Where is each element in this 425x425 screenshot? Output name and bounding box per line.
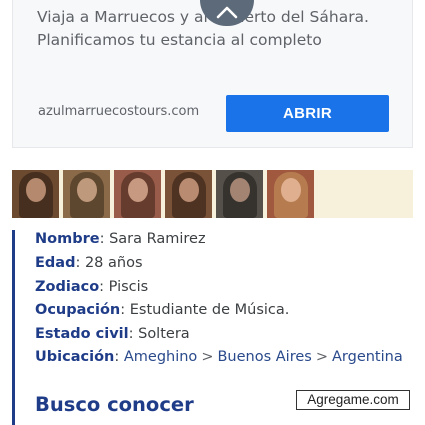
- label-nombre: Nombre: [35, 231, 100, 247]
- value-zodiaco: Piscis: [108, 279, 149, 295]
- ad-url[interactable]: azulmarruecostours.com: [38, 104, 199, 119]
- location-link-country[interactable]: Argentina: [332, 349, 403, 365]
- value-edad: 28 años: [84, 255, 143, 271]
- location-link-province[interactable]: Buenos Aires: [217, 349, 311, 365]
- photo-thumbnail-6[interactable]: [267, 170, 314, 218]
- photo-thumbnail-4[interactable]: [165, 170, 212, 218]
- photo-strip: [12, 170, 413, 218]
- ad-line-2: Planificamos tu estancia al completo: [37, 31, 322, 49]
- ad-banner[interactable]: Viaja a Marruecos y al desierto del Sáha…: [12, 0, 413, 148]
- field-ocupacion: Ocupación: Estudiante de Música.: [35, 302, 290, 318]
- label-edad: Edad: [35, 255, 76, 271]
- label-ocupacion: Ocupación: [35, 302, 121, 318]
- ad-open-button[interactable]: ABRIR: [226, 95, 389, 132]
- value-nombre: Sara Ramirez: [109, 231, 206, 247]
- field-zodiaco: Zodiaco: Piscis: [35, 279, 149, 295]
- photo-thumbnail-2[interactable]: [63, 170, 110, 218]
- busco-conocer-heading: Busco conocer: [35, 393, 194, 416]
- location-link-town[interactable]: Ameghino: [124, 349, 197, 365]
- location-separator: >: [201, 349, 214, 365]
- photo-thumbnail-1[interactable]: [12, 170, 59, 218]
- field-ubicacion: Ubicación: Ameghino > Buenos Aires > Argenti…: [35, 349, 403, 365]
- site-watermark: Agregame.com: [296, 390, 410, 410]
- value-ocupacion: Estudiante de Música.: [129, 302, 290, 318]
- photo-thumbnail-5[interactable]: [216, 170, 263, 218]
- field-edad: Edad: 28 años: [35, 255, 143, 271]
- value-estado-civil: Soltera: [138, 326, 190, 342]
- chevron-up-icon: [216, 6, 238, 19]
- field-nombre: Nombre: Sara Ramirez: [35, 231, 206, 247]
- label-estado-civil: Estado civil: [35, 326, 129, 342]
- label-ubicacion: Ubicación: [35, 349, 115, 365]
- location-separator: >: [315, 349, 328, 365]
- photo-thumbnail-3[interactable]: [114, 170, 161, 218]
- label-zodiaco: Zodiaco: [35, 279, 100, 295]
- field-estado-civil: Estado civil: Soltera: [35, 326, 190, 342]
